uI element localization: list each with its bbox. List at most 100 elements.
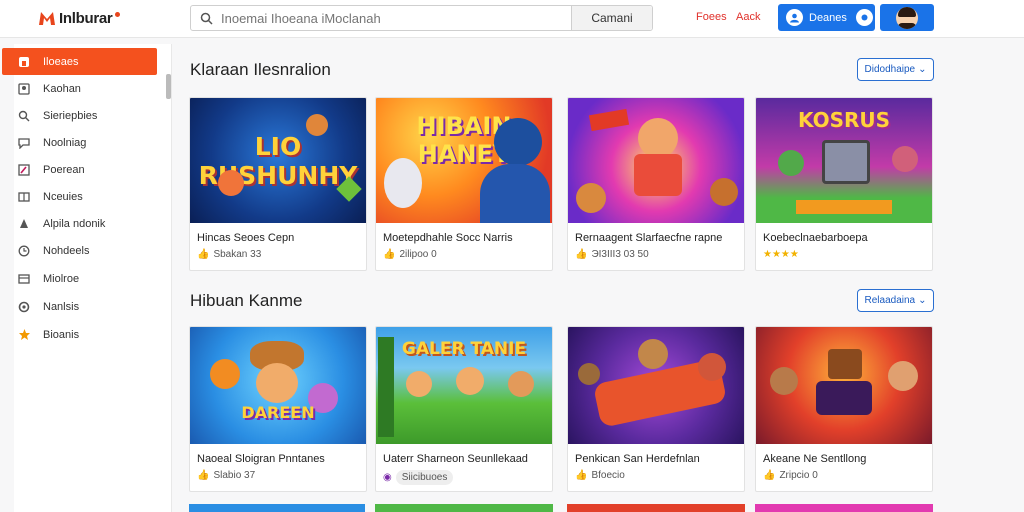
game-thumbnail-partial[interactable] bbox=[375, 504, 553, 512]
home-icon bbox=[17, 55, 31, 69]
notification-icon bbox=[855, 9, 873, 26]
sidebar-item-label: Sieriepbies bbox=[43, 109, 98, 122]
sidebar-item-label: Alpila ndonik bbox=[43, 217, 106, 230]
login-label: Deanes bbox=[809, 11, 847, 24]
game-card[interactable]: DAREEN Naoeal Sloigran Pnntanes 👍 Slabio … bbox=[189, 326, 367, 492]
game-thumbnail bbox=[756, 327, 932, 444]
thumbs-up-icon: 👍 bbox=[763, 470, 776, 481]
section-dropdown-button[interactable]: Relaadaina ⌄ bbox=[857, 289, 934, 312]
sidebar-item-label: Iloeaes bbox=[43, 55, 79, 68]
game-character bbox=[576, 183, 606, 213]
game-tiles bbox=[796, 200, 892, 214]
game-meta-text: Siicibuoes bbox=[395, 470, 454, 485]
game-card[interactable]: LIO RUSHUNHY Hincas Seoes Cepn 👍 Sbakan 3… bbox=[189, 97, 367, 271]
game-thumbnail bbox=[568, 98, 744, 223]
header-link-1[interactable]: Foees bbox=[696, 11, 727, 23]
game-character bbox=[306, 114, 328, 136]
sidebar-item-label: Noolniag bbox=[43, 136, 87, 149]
thumbs-up-icon: 👍 bbox=[383, 249, 396, 260]
sidebar-item-1[interactable]: Kaohan bbox=[2, 75, 157, 102]
game-character bbox=[710, 178, 738, 206]
game-meta: 👍 Zripcio 0 bbox=[763, 470, 932, 481]
chevron-down-icon: ⌄ bbox=[918, 295, 927, 306]
game-art-text: DAREEN bbox=[241, 403, 315, 422]
chevron-down-icon: ⌄ bbox=[918, 64, 927, 75]
section-title-featured: Klaraan Ilesnralion bbox=[190, 60, 331, 79]
game-thumbnail bbox=[568, 327, 744, 444]
section-dropdown-label: Relaadaina bbox=[864, 295, 916, 306]
sidebar-item-6[interactable]: Alpila ndonik bbox=[2, 210, 157, 237]
person-icon bbox=[17, 217, 31, 231]
sidebar-item-label: Poerean bbox=[43, 163, 85, 176]
search-input[interactable] bbox=[221, 6, 571, 30]
game-card[interactable]: KOSRUS Koebeclnaebarboepa ★★★★ bbox=[755, 97, 933, 271]
star-rating-icon: ★★★★ bbox=[763, 249, 799, 260]
game-thumbnail: GALER TANIE bbox=[376, 327, 552, 444]
search-button[interactable]: Camani bbox=[571, 6, 652, 30]
sidebar-item-3[interactable]: Noolniag bbox=[2, 129, 157, 156]
profile-button[interactable] bbox=[880, 4, 934, 31]
game-title: Akeane Ne Sentllong bbox=[763, 453, 867, 465]
game-thumbnail-partial[interactable] bbox=[567, 504, 745, 512]
game-thumbnail-partial[interactable] bbox=[189, 504, 365, 512]
sidebar-scrollbar[interactable] bbox=[166, 74, 171, 99]
game-art-text: GALER TANIE bbox=[401, 339, 527, 359]
game-title: Moetepdhahle Socc Narris bbox=[383, 232, 513, 244]
logo[interactable]: Inlburar bbox=[38, 9, 121, 27]
logo-icon bbox=[39, 12, 55, 25]
game-meta: 👍 2ilipoo 0 bbox=[383, 249, 552, 260]
game-meta: 👍 Bfoecio bbox=[575, 470, 744, 481]
header-link-2[interactable]: Aack bbox=[736, 11, 760, 23]
search-icon bbox=[17, 109, 31, 123]
game-character bbox=[770, 367, 798, 395]
sidebar-item-9[interactable]: Nanlsis bbox=[2, 293, 157, 320]
top-bar: Inlburar Camani Foees Aack Deanes bbox=[0, 0, 1024, 38]
game-title: Rernaagent Slarfaecfne rapne bbox=[575, 232, 723, 244]
book-icon bbox=[17, 190, 31, 204]
game-character bbox=[634, 154, 682, 196]
logo-text: Inlburar bbox=[59, 9, 113, 27]
game-character bbox=[578, 363, 600, 385]
game-meta-text: ЭI3III3 03 50 bbox=[591, 249, 649, 260]
sidebar-item-4[interactable]: Poerean bbox=[2, 156, 157, 183]
sidebar-item-7[interactable]: Nohdeels bbox=[2, 237, 157, 264]
thumbs-up-icon: 👍 bbox=[575, 470, 588, 481]
game-title: Penkican San Herdefnlan bbox=[575, 453, 700, 465]
section-dropdown-button[interactable]: Didodhaipe ⌄ bbox=[857, 58, 934, 81]
sidebar-item-label: Nceuies bbox=[43, 190, 83, 203]
sidebar-item-label: Nanlsis bbox=[43, 300, 80, 313]
game-thumbnail: DAREEN bbox=[190, 327, 366, 444]
game-card[interactable]: Penkican San Herdefnlan 👍 Bfoecio bbox=[567, 326, 745, 492]
sidebar-item-10[interactable]: Bioanis bbox=[2, 321, 157, 348]
sidebar-item-8[interactable]: Miolroe bbox=[2, 265, 157, 292]
sidebar-item-5[interactable]: Nceuies bbox=[2, 183, 157, 210]
sidebar-item-label: Bioanis bbox=[43, 328, 80, 341]
game-meta: 👍 Sbakan 33 bbox=[197, 249, 366, 260]
gear-icon bbox=[17, 300, 31, 314]
game-card[interactable]: Akeane Ne Sentllong 👍 Zripcio 0 bbox=[755, 326, 933, 492]
avatar bbox=[896, 6, 918, 29]
thumbs-up-icon: 👍 bbox=[575, 249, 588, 260]
search-icon bbox=[191, 6, 221, 30]
game-card[interactable]: HIBAIN HANEY Moetepdhahle Socc Narris 👍 2… bbox=[375, 97, 553, 271]
game-orange bbox=[210, 359, 240, 389]
game-meta-text: 2ilipoo 0 bbox=[399, 249, 437, 260]
sidebar-item-label: Kaohan bbox=[43, 82, 81, 95]
game-character bbox=[456, 367, 484, 395]
sidebar-item-home[interactable]: Iloeaes bbox=[2, 48, 157, 75]
game-character bbox=[218, 170, 244, 196]
game-card[interactable]: GALER TANIE Uaterr Sharneon Seunllekaad … bbox=[375, 326, 553, 492]
game-thumbnail-partial[interactable] bbox=[755, 504, 933, 512]
section-dropdown-label: Didodhaipe bbox=[864, 64, 916, 75]
game-character bbox=[892, 146, 918, 172]
logo-dot bbox=[115, 11, 121, 17]
search-bar: Camani bbox=[190, 5, 653, 31]
game-thumbnail: HIBAIN HANEY bbox=[376, 98, 552, 223]
login-button[interactable]: Deanes bbox=[778, 4, 875, 31]
game-title: Uaterr Sharneon Seunllekaad bbox=[383, 453, 528, 465]
game-card[interactable]: Rernaagent Slarfaecfne rapne 👍 ЭI3III3 03… bbox=[567, 97, 745, 271]
sidebar-item-2[interactable]: Sieriepbies bbox=[2, 102, 157, 129]
game-art-text: LIO RUSHUNHY bbox=[198, 132, 358, 190]
user-icon bbox=[17, 82, 31, 96]
game-meta-text: Sbakan 33 bbox=[213, 249, 262, 260]
